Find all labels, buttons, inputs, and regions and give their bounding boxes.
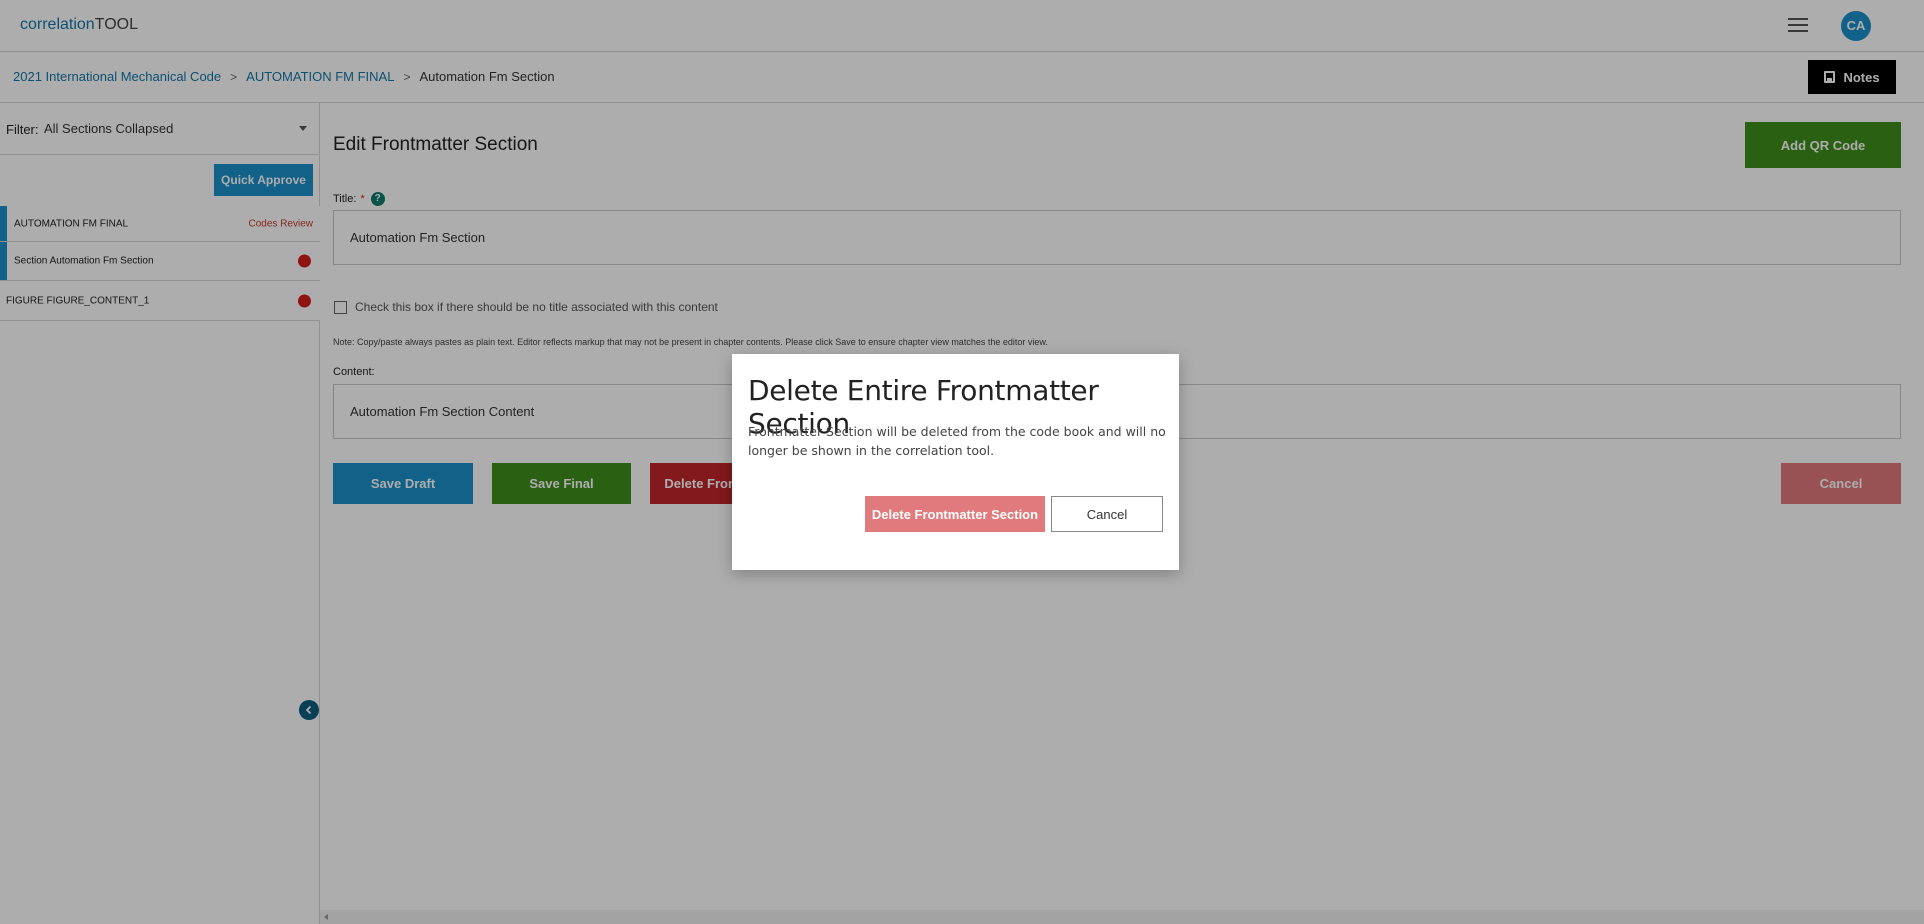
dialog-message: Frontmatter Section will be deleted from… bbox=[748, 424, 1166, 458]
delete-confirmation-dialog: Delete Entire Frontmatter Section Frontm… bbox=[732, 354, 1179, 570]
dialog-cancel-button[interactable]: Cancel bbox=[1051, 496, 1163, 532]
confirm-delete-button[interactable]: Delete Frontmatter Section bbox=[865, 496, 1045, 532]
